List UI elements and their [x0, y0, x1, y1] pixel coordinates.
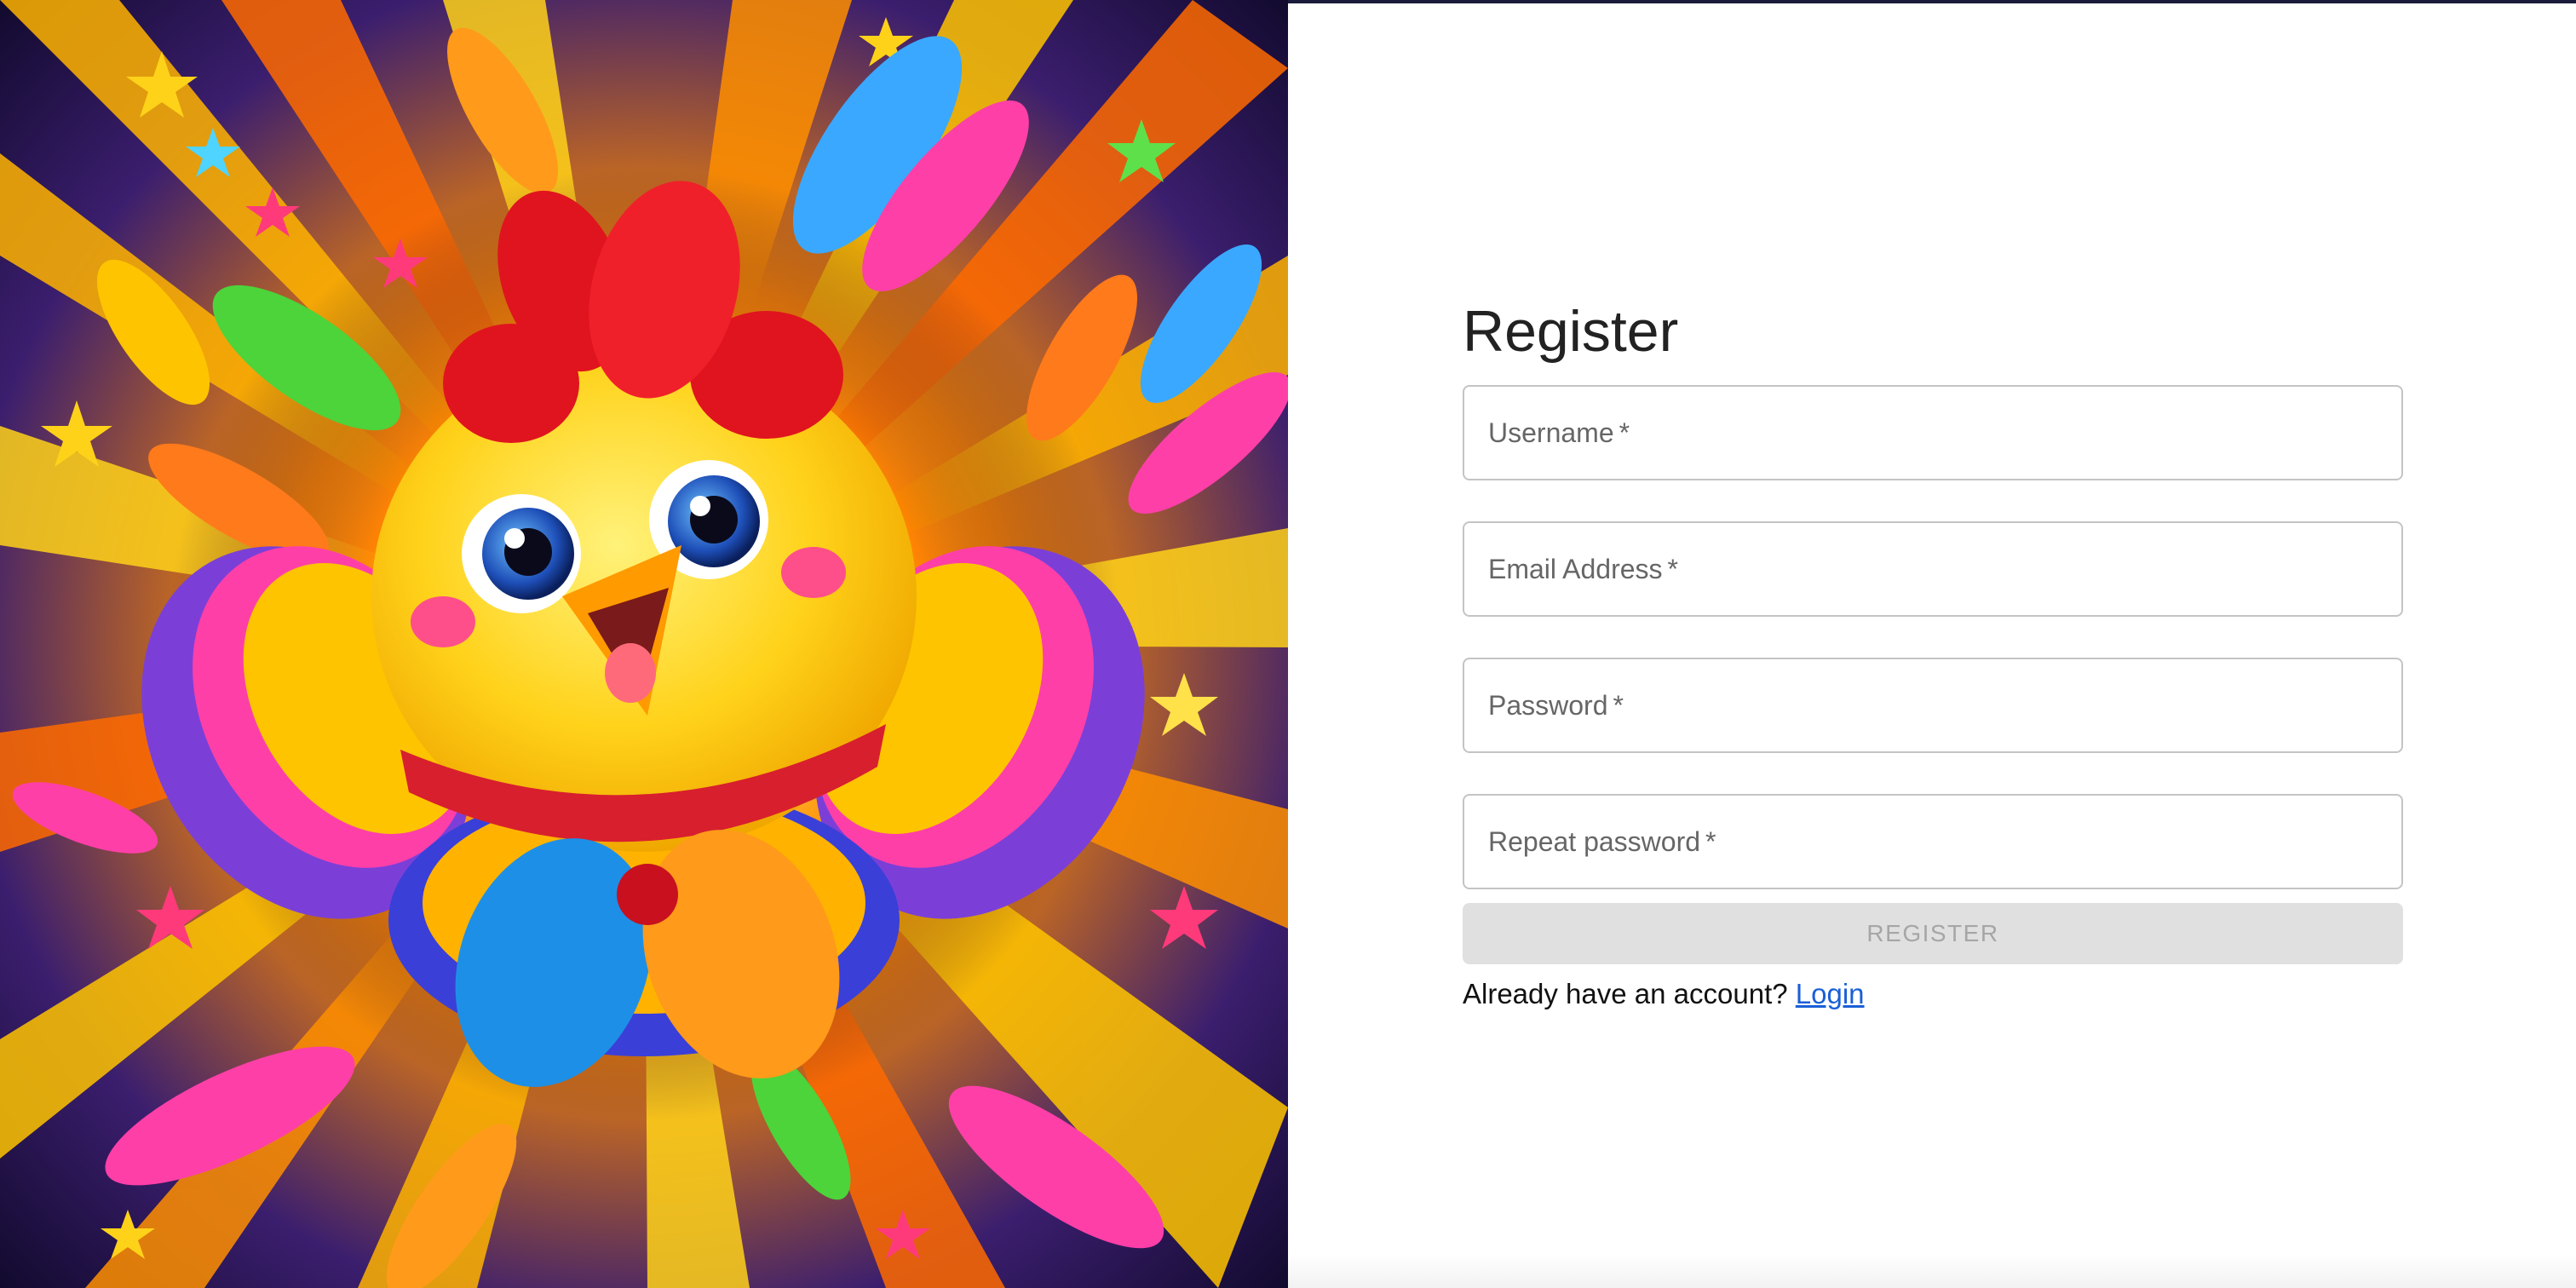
- username-input[interactable]: [1464, 387, 2401, 479]
- email-input[interactable]: [1464, 523, 2401, 615]
- register-panel: Register Username * Email Address * Passwo…: [1288, 0, 2576, 1288]
- email-field[interactable]: Email Address *: [1463, 521, 2403, 617]
- repeat-password-input[interactable]: [1464, 796, 2401, 888]
- login-link[interactable]: Login: [1796, 978, 1865, 1009]
- login-prompt-text: Already have an account?: [1463, 978, 1788, 1009]
- password-input[interactable]: [1464, 659, 2401, 751]
- repeat-password-field[interactable]: Repeat password *: [1463, 794, 2403, 889]
- hero-image: [0, 0, 1288, 1288]
- chick-cheek-left: [411, 596, 475, 647]
- bottom-shade: [1288, 1254, 2576, 1288]
- password-field[interactable]: Password *: [1463, 658, 2403, 753]
- login-prompt: Already have an account? Login: [1463, 973, 2403, 1015]
- register-button[interactable]: REGISTER: [1463, 903, 2403, 964]
- chick-cheek-right: [781, 547, 846, 598]
- page-title: Register: [1463, 299, 1679, 364]
- chick-illustration: [0, 0, 1288, 1288]
- register-page: Register Username * Email Address * Passwo…: [0, 0, 2576, 1288]
- register-form: Register Username * Email Address * Passwo…: [1463, 293, 2403, 1015]
- username-field[interactable]: Username *: [1463, 385, 2403, 480]
